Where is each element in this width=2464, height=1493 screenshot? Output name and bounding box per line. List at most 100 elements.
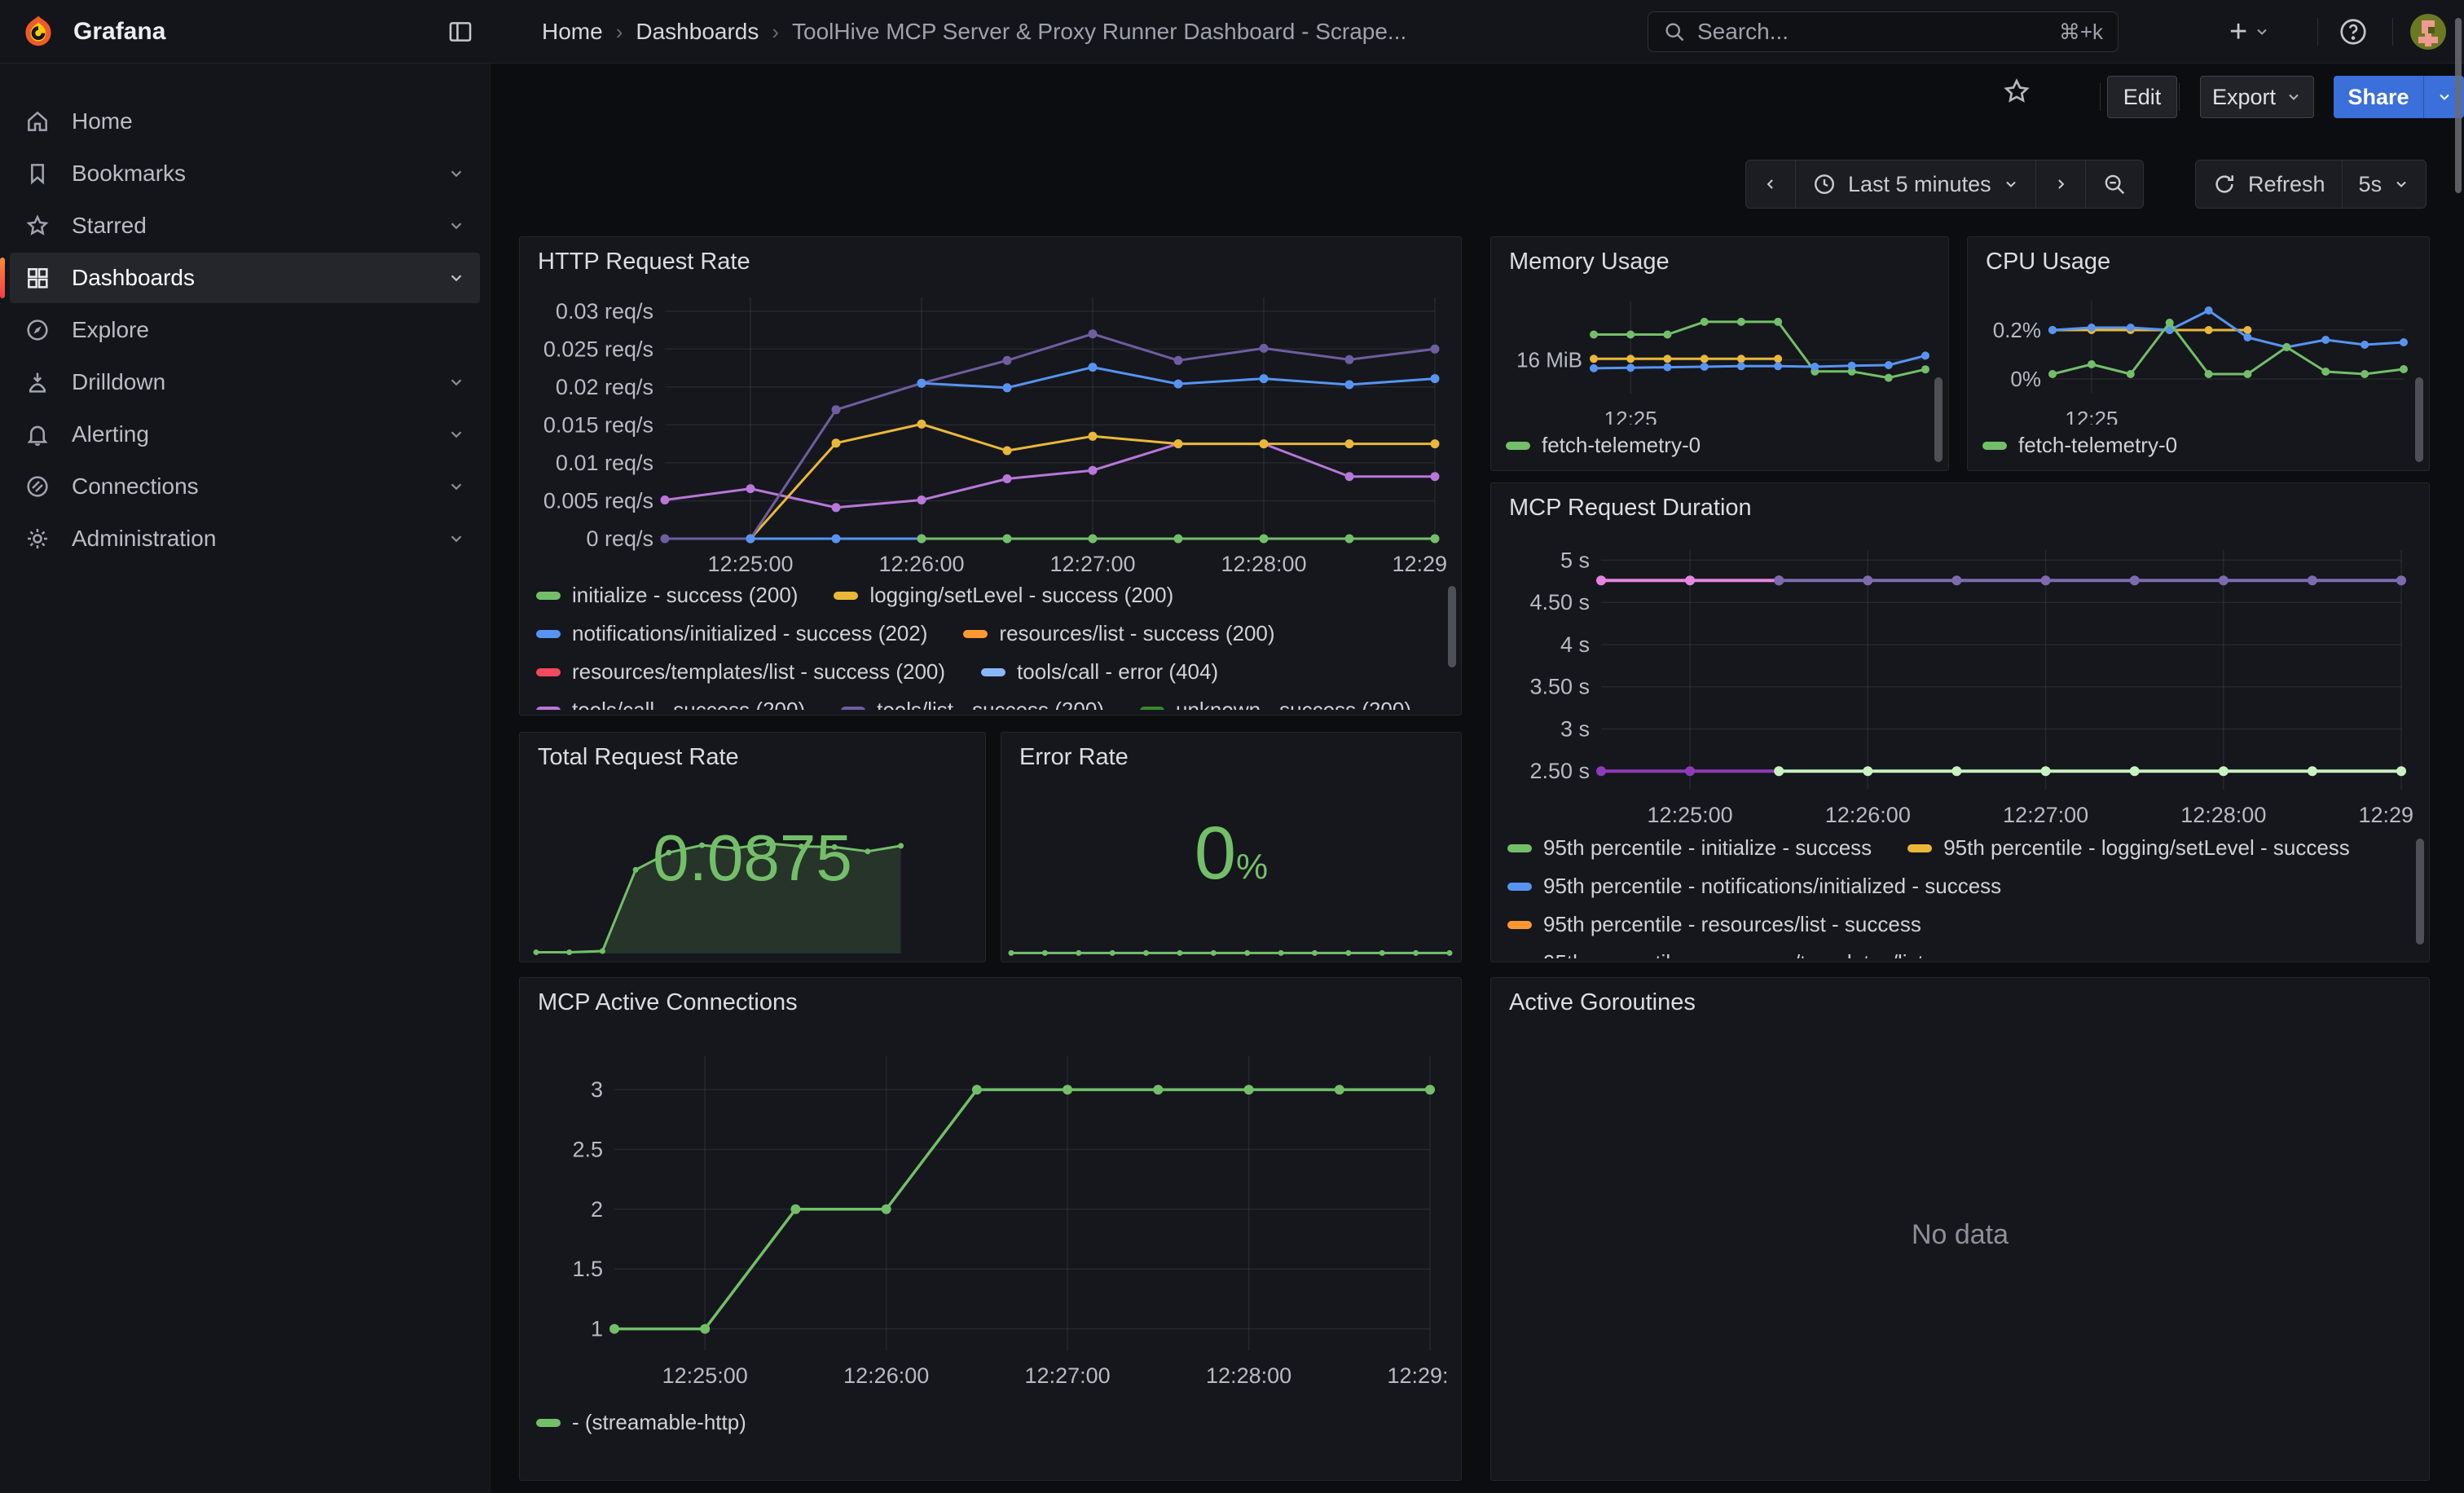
error-rate-sparkline[interactable] — [1008, 939, 1453, 958]
svg-text:0.01 req/s: 0.01 req/s — [556, 451, 653, 475]
http-request-rate-chart[interactable]: 0 req/s0.005 req/s0.01 req/s0.015 req/s0… — [536, 283, 1446, 576]
divider — [2100, 83, 2101, 111]
svg-text:4.50 s: 4.50 s — [1529, 590, 1590, 614]
legend-item[interactable]: resources/templates/list - success (200) — [536, 659, 945, 685]
refresh-label: Refresh — [2248, 172, 2325, 197]
http-legend: initialize - success (200) logging/setLev… — [536, 583, 1428, 710]
mcp-active-connections-chart[interactable]: 11.522.5312:25:0012:26:0012:27:0012:28:0… — [536, 1028, 1446, 1399]
legend-item[interactable]: fetch-telemetry-0 — [1506, 433, 1701, 458]
legend-item[interactable]: notifications/initialized - success (202… — [536, 621, 927, 646]
legend-label: 95th percentile - resources/list - succe… — [1543, 912, 1921, 937]
breadcrumb-dashboard-title: ToolHive MCP Server & Proxy Runner Dashb… — [792, 19, 1406, 45]
panel-title[interactable]: HTTP Request Rate — [538, 249, 750, 275]
legend-item[interactable]: tools/call - error (404) — [981, 659, 1218, 685]
sidebar-item-connections[interactable]: Connections — [10, 461, 480, 512]
refresh-button[interactable]: Refresh — [2195, 160, 2343, 209]
legend-item[interactable]: 95th percentile - logging/setLevel - suc… — [1907, 835, 2350, 861]
sidebar-item-administration[interactable]: Administration — [10, 513, 480, 564]
svg-text:12:25:00: 12:25:00 — [707, 552, 793, 576]
help-icon[interactable] — [2337, 15, 2369, 48]
sidebar-item-bookmarks[interactable]: Bookmarks — [10, 148, 480, 199]
legend-label: resources/templates/list - success (200) — [572, 659, 945, 685]
cpu-usage-chart[interactable]: 0%0.2%12:25 — [1982, 284, 2415, 425]
breadcrumb-dashboards[interactable]: Dashboards — [636, 19, 759, 45]
gear-icon — [24, 526, 51, 552]
legend-swatch — [963, 630, 988, 638]
legend-swatch — [1907, 844, 1932, 852]
avatar[interactable] — [2410, 14, 2446, 50]
refresh-icon — [2212, 172, 2237, 196]
svg-text:0.005 req/s: 0.005 req/s — [543, 489, 653, 513]
legend-item[interactable]: unknown - success (200) — [1140, 698, 1411, 710]
legend-item[interactable]: 95th percentile - resources/list - succe… — [1507, 912, 1921, 937]
export-button[interactable]: Export — [2200, 76, 2314, 118]
sidebar-item-starred[interactable]: Starred — [10, 200, 480, 251]
share-button[interactable]: Share — [2334, 76, 2423, 118]
legend-item[interactable]: tools/list - success (200) — [841, 698, 1104, 710]
panel-error-rate: Error Rate 0% — [1001, 732, 1462, 962]
legend-scrollbar[interactable] — [2416, 839, 2424, 945]
panel-title[interactable]: Memory Usage — [1509, 249, 1670, 275]
search-input[interactable] — [1697, 19, 2048, 45]
sidebar-item-explore[interactable]: Explore — [10, 305, 480, 355]
legend-item[interactable]: tools/call - success (200) — [536, 698, 805, 710]
drilldown-icon — [24, 369, 51, 395]
brand-name: Grafana — [73, 18, 165, 46]
sidebar-item-alerting[interactable]: Alerting — [10, 409, 480, 460]
panel-title[interactable]: MCP Request Duration — [1509, 495, 1752, 522]
page-scrollbar[interactable] — [2455, 18, 2462, 193]
legend-swatch — [841, 707, 865, 711]
svg-text:12:29:00: 12:29:00 — [1392, 552, 1446, 576]
add-button[interactable]: + — [2229, 15, 2270, 49]
legend-item[interactable]: initialize - success (200) — [536, 583, 798, 608]
time-forward-button[interactable] — [2035, 160, 2086, 209]
legend-item[interactable]: logging/setLevel - success (200) — [834, 583, 1173, 608]
chevron-down-icon — [2254, 24, 2270, 40]
time-range-label: Last 5 minutes — [1848, 172, 1991, 197]
connections-legend: - (streamable-http) — [536, 1410, 1428, 1451]
legend-item[interactable]: resources/list - success (200) — [963, 621, 1274, 646]
legend-swatch — [1506, 442, 1530, 450]
sidebar-item-drilldown[interactable]: Drilldown — [10, 357, 480, 407]
svg-text:5 s: 5 s — [1560, 548, 1590, 572]
divider — [2179, 83, 2180, 111]
svg-text:0.2%: 0.2% — [1993, 318, 2041, 342]
bookmark-icon — [24, 161, 51, 187]
legend-label: notifications/initialized - success (202… — [572, 621, 927, 646]
sidebar-item-dashboards[interactable]: Dashboards — [10, 253, 480, 303]
breadcrumb-home[interactable]: Home — [542, 19, 603, 45]
sidebar-item-home[interactable]: Home — [10, 96, 480, 147]
zoom-out-button[interactable] — [2085, 160, 2144, 209]
mcp-request-duration-chart[interactable]: 2.50 s3 s3.50 s4 s4.50 s5 s12:25:0012:26… — [1507, 531, 2414, 830]
legend-swatch — [536, 707, 561, 711]
time-back-button[interactable] — [1745, 160, 1796, 209]
legend-label: 95th percentile - notifications/initiali… — [1543, 874, 2001, 899]
panel-title[interactable]: Total Request Rate — [538, 744, 739, 771]
panel-title[interactable]: Active Goroutines — [1509, 989, 1696, 1016]
favorite-star-icon[interactable] — [2002, 77, 2031, 106]
svg-text:12:25:00: 12:25:00 — [662, 1363, 748, 1388]
legend-item[interactable]: 95th percentile - initialize - success — [1507, 835, 1872, 861]
panel-title[interactable]: MCP Active Connections — [538, 989, 798, 1016]
refresh-interval-picker[interactable]: 5s — [2342, 160, 2427, 209]
legend-item[interactable]: 95th percentile - notifications/initiali… — [1507, 874, 2001, 899]
memory-usage-chart[interactable]: 16 MiB12:25 — [1506, 284, 1935, 425]
panel-title[interactable]: Error Rate — [1019, 744, 1129, 771]
edit-button[interactable]: Edit — [2107, 76, 2177, 118]
search-box[interactable]: ⌘+k — [1648, 11, 2119, 52]
legend-item[interactable]: 95th percentile - resources/templates/li… — [1507, 950, 2019, 958]
legend-item[interactable]: fetch-telemetry-0 — [1982, 433, 2177, 458]
legend-scrollbar[interactable] — [1934, 377, 1943, 462]
breadcrumb-separator: › — [772, 20, 779, 45]
divider — [2392, 18, 2393, 46]
brand[interactable]: Grafana — [21, 0, 165, 64]
divider — [2317, 18, 2318, 46]
legend-scrollbar[interactable] — [2415, 377, 2423, 462]
panel-title[interactable]: CPU Usage — [1986, 249, 2110, 275]
sidebar-toggle-icon[interactable] — [444, 15, 477, 48]
legend-scrollbar[interactable] — [1448, 586, 1456, 667]
time-range-picker[interactable]: Last 5 minutes — [1795, 160, 2036, 209]
legend-swatch — [1982, 442, 2007, 450]
legend-item[interactable]: - (streamable-http) — [536, 1410, 746, 1435]
legend-swatch — [536, 592, 561, 600]
